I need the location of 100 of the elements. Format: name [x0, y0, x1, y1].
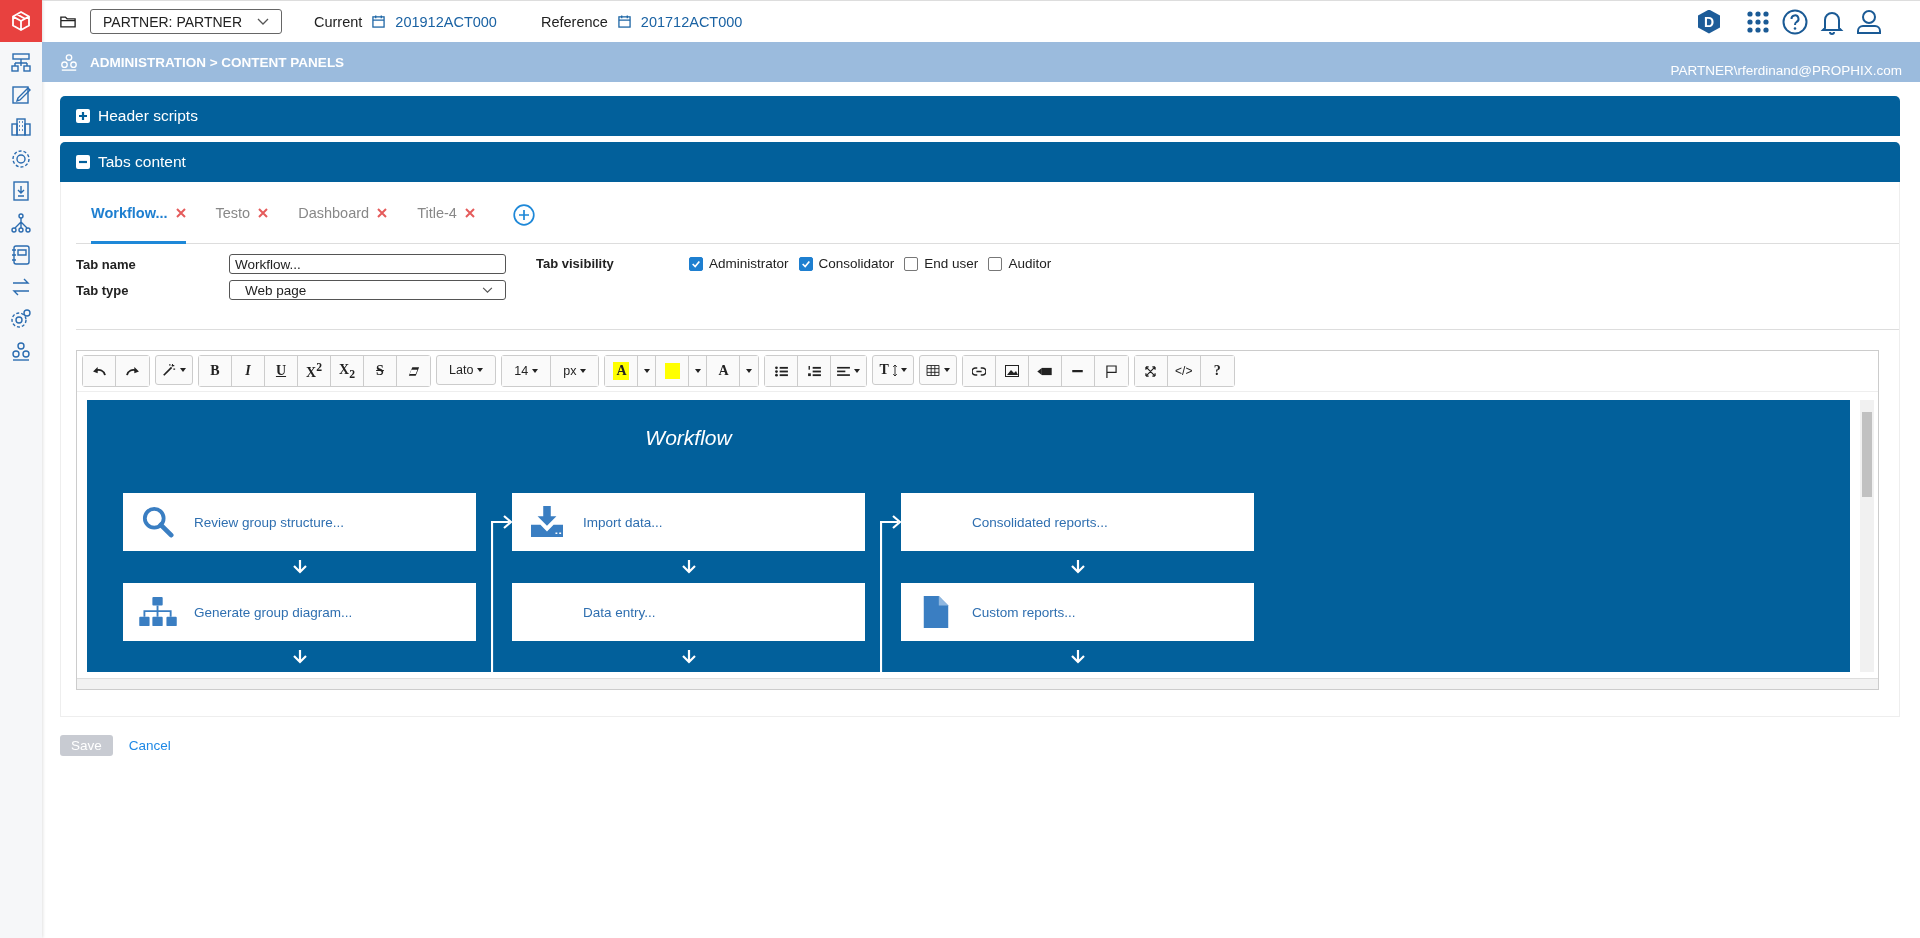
highlight-button[interactable]: A: [605, 356, 639, 386]
undo-button[interactable]: [83, 356, 116, 386]
numbered-list-icon: [807, 365, 821, 377]
script-button[interactable]: X$_{2}$: [331, 356, 364, 386]
redo-button[interactable]: [116, 356, 149, 386]
checkbox-label: Consolidator: [818, 256, 895, 271]
add-tab-icon[interactable]: [512, 203, 535, 226]
italic-button[interactable]: I: [232, 356, 265, 386]
field-label: Tab name: [76, 256, 137, 272]
workflow-step[interactable]: Consolidated reports...: [901, 493, 1254, 551]
numbered-list-button[interactable]: [798, 356, 832, 386]
workflow-step[interactable]: Generate group diagram...: [123, 583, 476, 641]
calendar-icon[interactable]: [372, 15, 386, 28]
close-icon[interactable]: [258, 207, 269, 218]
notebook-icon[interactable]: [10, 244, 32, 266]
edit-icon[interactable]: [10, 84, 32, 106]
underline-button[interactable]: U: [265, 356, 298, 386]
building-icon[interactable]: [10, 116, 32, 138]
workflow-step[interactable]: Data entry...: [512, 583, 865, 641]
step-label: Consolidated reports...: [972, 514, 1108, 530]
field-label: Tab visibility: [536, 255, 615, 271]
script-button[interactable]: X$^{2}$: [298, 356, 331, 386]
bullet-list-icon: [774, 365, 788, 377]
workflow-step[interactable]: Review group structure...: [123, 493, 476, 551]
bullet-list-button[interactable]: [765, 356, 799, 386]
app-logo[interactable]: [0, 0, 42, 42]
reference-label: Reference: [540, 13, 608, 30]
dropdown-button[interactable]: Lato: [436, 355, 497, 385]
transfer-arrows-icon[interactable]: [10, 276, 32, 298]
hierarchy-icon[interactable]: [10, 212, 32, 234]
close-icon[interactable]: [464, 207, 475, 218]
down-arrow-icon: [681, 560, 696, 574]
breadcrumb-path: ADMINISTRATION > CONTENT PANELS: [90, 54, 345, 70]
checkbox[interactable]: [904, 256, 919, 271]
step-label: Review group structure...: [194, 514, 345, 530]
tab-name-field[interactable]: Workflow...: [229, 254, 506, 274]
table-button[interactable]: [918, 355, 957, 385]
tab-type-dropdown[interactable]: Web page: [229, 280, 506, 300]
tab[interactable]: Testo: [215, 204, 251, 221]
user-group-icon[interactable]: [10, 340, 32, 362]
panel-title: Header scripts: [98, 107, 198, 125]
caret-button[interactable]: [740, 356, 759, 386]
color-swatch-button[interactable]: [656, 356, 690, 386]
help-icon[interactable]: [1782, 8, 1808, 35]
user-profile-icon[interactable]: [1856, 8, 1882, 35]
apps-grid-icon[interactable]: [1746, 9, 1770, 34]
checkbox[interactable]: [689, 256, 703, 271]
current-label: Current: [314, 13, 363, 30]
caret-button[interactable]: [689, 356, 708, 386]
reference-period-link[interactable]: 201712ACT000: [640, 13, 743, 30]
chevron-down-icon: [482, 286, 493, 294]
checkbox[interactable]: [988, 256, 1003, 271]
entity-dropdown[interactable]: PARTNER: PARTNER: [90, 9, 282, 34]
bold-button[interactable]: ?: [1200, 356, 1234, 386]
current-period-link[interactable]: 201912ACT000: [395, 13, 497, 30]
line-height-button[interactable]: T: [872, 355, 914, 385]
down-arrow-icon: [292, 650, 307, 664]
panel-header[interactable]: Tabs content: [60, 142, 1900, 182]
checkbox[interactable]: [798, 256, 813, 271]
tab[interactable]: Dashboard: [298, 204, 370, 221]
link-button[interactable]: [962, 356, 996, 386]
dropdown-button[interactable]: 14: [502, 356, 552, 386]
workflow-step[interactable]: Import data...: [512, 493, 865, 551]
horizontal-rule-button[interactable]: [1061, 356, 1095, 386]
bold-button[interactable]: B: [199, 356, 232, 386]
strikethrough-button[interactable]: S: [364, 356, 397, 386]
caret-button[interactable]: [638, 356, 657, 386]
image-button[interactable]: [995, 356, 1029, 386]
workflow-step[interactable]: Custom reports...: [901, 583, 1254, 641]
folder-icon[interactable]: [60, 15, 76, 28]
close-icon[interactable]: [175, 207, 186, 218]
tab[interactable]: Workflow...: [91, 204, 168, 221]
close-icon[interactable]: [377, 207, 388, 218]
code-view-button[interactable]: </>: [1167, 356, 1201, 386]
bold-button[interactable]: A: [707, 356, 741, 386]
user-account: PARTNER\rferdinand@PROPHIX.com: [1670, 63, 1902, 80]
image-icon: [1004, 365, 1019, 377]
down-arrow-icon: [1070, 650, 1085, 664]
form-tree-icon[interactable]: [10, 52, 32, 74]
video-button[interactable]: [1028, 356, 1062, 386]
hexagon-badge[interactable]: D: [1698, 9, 1720, 34]
calendar-icon[interactable]: [617, 15, 631, 28]
dropdown-button[interactable]: px: [551, 356, 599, 386]
cancel-link[interactable]: Cancel: [128, 738, 171, 753]
flag-button[interactable]: [1094, 356, 1128, 386]
redo-icon: [125, 365, 140, 377]
tab[interactable]: Title-4: [417, 204, 457, 221]
download-document-icon[interactable]: [10, 180, 32, 202]
align-button[interactable]: [831, 356, 867, 386]
resize-handle[interactable]: [77, 678, 1878, 689]
magic-wand-button[interactable]: [155, 355, 193, 385]
line-height-icon: [892, 364, 897, 376]
color-swatch-icon: [664, 363, 680, 379]
step-label: Custom reports...: [972, 604, 1076, 620]
clear-format-button[interactable]: [397, 356, 430, 386]
gears-icon[interactable]: [10, 308, 32, 330]
scrollbar[interactable]: [1860, 400, 1874, 672]
gear-icon[interactable]: [10, 148, 32, 170]
fullscreen-button[interactable]: [1134, 356, 1168, 386]
panel-header[interactable]: Header scripts: [60, 96, 1900, 136]
